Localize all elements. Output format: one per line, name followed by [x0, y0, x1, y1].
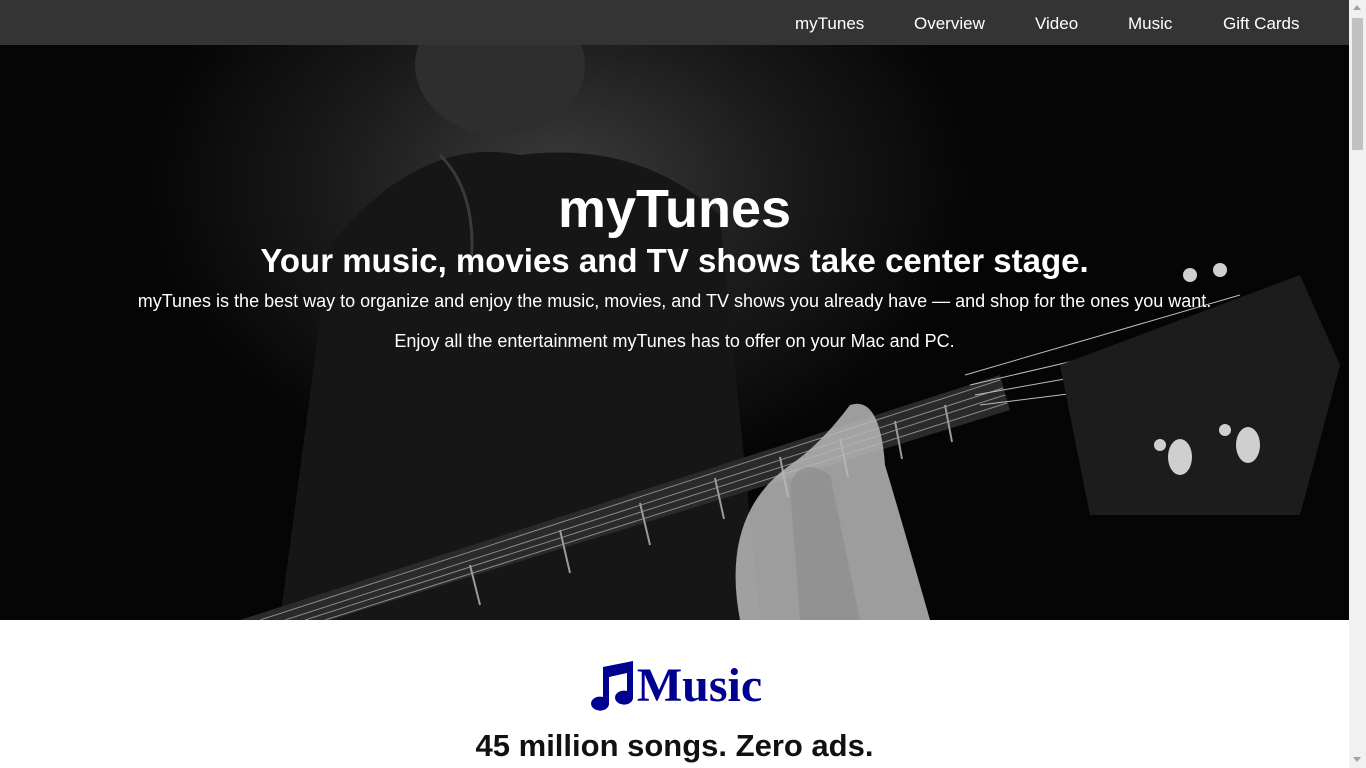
hero-description: myTunes is the best way to organize and …: [137, 291, 1212, 311]
scrollbar-thumb[interactable]: [1352, 18, 1363, 150]
page: myTunes Overview Video Music Gift Cards: [0, 0, 1349, 768]
music-section-title: Music: [636, 659, 763, 712]
nav-item-overview[interactable]: Overview: [914, 13, 985, 35]
music-tagline: 45 million songs. Zero ads.: [475, 728, 874, 763]
hero-description-secondary: Enjoy all the entertainment myTunes has …: [394, 331, 955, 351]
music-heading: Music: [0, 658, 1349, 714]
music-note-icon: [590, 661, 633, 711]
music-section: Music 45 million songs. Zero ads.: [0, 620, 1349, 768]
hero-subtitle: Your music, movies and TV shows take cen…: [260, 242, 1089, 279]
nav-item-music[interactable]: Music: [1128, 13, 1172, 35]
scroll-up-arrow-icon[interactable]: [1353, 5, 1361, 10]
nav-item-gift-cards[interactable]: Gift Cards: [1223, 13, 1300, 35]
hero-banner: myTunes Your music, movies and TV shows …: [0, 45, 1349, 620]
nav-item-video[interactable]: Video: [1035, 13, 1078, 35]
vertical-scrollbar[interactable]: [1349, 0, 1366, 768]
hero-title: myTunes: [557, 179, 792, 239]
nav-item-mytunes[interactable]: myTunes: [795, 13, 864, 35]
scroll-down-arrow-icon[interactable]: [1353, 757, 1361, 762]
top-navbar: myTunes Overview Video Music Gift Cards: [0, 0, 1349, 45]
